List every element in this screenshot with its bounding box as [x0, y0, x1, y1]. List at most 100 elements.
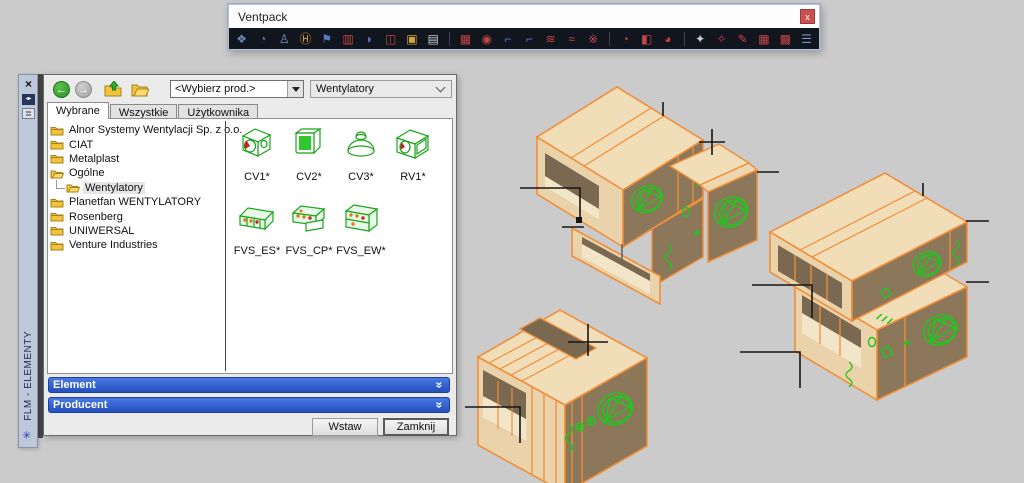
- product-combobox[interactable]: <Wybierz prod.>: [170, 80, 304, 98]
- forward-button[interactable]: →: [75, 81, 92, 98]
- browser-content: Alnor Systemy Wentylacji Sp. z o.o.CIAT M…: [47, 118, 453, 374]
- tree-item[interactable]: Ogólne: [50, 166, 223, 180]
- product-item[interactable]: CV1*: [231, 121, 283, 195]
- orbit-icon[interactable]: ◔: [255, 31, 270, 47]
- tab-wybrane[interactable]: Wybrane: [47, 102, 109, 119]
- panel-divider: [225, 121, 226, 371]
- dropdown-arrow-icon[interactable]: [287, 81, 303, 97]
- product-label: CV2*: [296, 171, 322, 183]
- product-item[interactable]: CV3*: [335, 121, 387, 195]
- product-label: FVS_CP*: [285, 245, 332, 257]
- section-producent[interactable]: Producent »: [48, 397, 450, 413]
- tree-item-label: UNIWERSAL: [67, 225, 136, 237]
- exit-door-icon[interactable]: ◫: [383, 31, 398, 47]
- grid-red-2-icon[interactable]: ▩: [778, 31, 793, 47]
- tree-item[interactable]: UNIWERSAL: [50, 224, 223, 238]
- toolbar-title: Ventpack: [238, 10, 800, 24]
- product-label: CV3*: [348, 171, 374, 183]
- section-element-label: Element: [53, 379, 96, 391]
- tab-wszystkie[interactable]: Wszystkie: [110, 104, 178, 119]
- fan-small-icon[interactable]: ≈: [564, 31, 579, 47]
- product-item[interactable]: FVS_ES*: [231, 195, 283, 269]
- wstaw-button[interactable]: Wstaw: [312, 418, 378, 436]
- insert-element-icon[interactable]: ♙: [277, 31, 292, 47]
- cad-unit-ahu-bottom: [478, 310, 647, 483]
- back-button[interactable]: ←: [53, 81, 70, 98]
- tree-item[interactable]: Metalplast: [50, 152, 223, 166]
- product-thumbnail: [237, 199, 277, 235]
- fan-mixed-icon[interactable]: ※: [585, 31, 600, 47]
- list-icon[interactable]: ☰: [799, 31, 814, 47]
- document-icon[interactable]: ▤: [426, 31, 441, 47]
- tree-item[interactable]: Rosenberg: [50, 209, 223, 223]
- h-point-icon[interactable]: Ⓗ: [298, 31, 313, 47]
- toolbar-close-button[interactable]: x: [800, 9, 815, 24]
- browser-tabs: Wybrane Wszystkie Użytkownika: [47, 102, 259, 119]
- blocks-icon[interactable]: ❖: [234, 31, 249, 47]
- toolbar-titlebar[interactable]: Ventpack x: [229, 5, 819, 28]
- section-producent-label: Producent: [53, 399, 107, 411]
- product-item[interactable]: CV2*: [283, 121, 335, 195]
- rotary-fan-icon[interactable]: ◔: [618, 31, 633, 47]
- product-thumbnail: [237, 125, 277, 161]
- duct-elbow-icon[interactable]: ⌐: [500, 31, 515, 47]
- product-combobox-value: <Wybierz prod.>: [171, 83, 287, 95]
- toolbar-separator: [609, 32, 610, 46]
- palette-properties-icon[interactable]: ≣: [22, 108, 35, 119]
- toolbar-separator: [449, 32, 450, 46]
- tree-connector: [56, 180, 65, 189]
- tree-item[interactable]: Venture Industries: [50, 238, 223, 252]
- palette-autohide-icon[interactable]: ◂▸: [22, 94, 35, 105]
- tree-item[interactable]: CIAT: [50, 137, 223, 151]
- open-folder-icon: [66, 182, 80, 193]
- fan-c-icon[interactable]: ◕: [660, 31, 675, 47]
- tree-item[interactable]: Planetfan WENTYLATORY: [50, 195, 223, 209]
- panel-red-icon[interactable]: ▥: [340, 31, 355, 47]
- product-thumbnail: [393, 125, 433, 161]
- palette-close-icon[interactable]: ×: [22, 78, 35, 91]
- product-item[interactable]: RV1*: [387, 121, 439, 195]
- duct-elbow-2-icon[interactable]: ⌐: [522, 31, 537, 47]
- element-browser-panel: ← → <Wybierz prod.> Wentylatory Wybrane …: [43, 74, 457, 436]
- closed-folder-icon: [50, 153, 64, 164]
- toolbar-icon-strip: ❖ ◔ ♙ Ⓗ ⚑ ▥ ◗ ◫ ▣ ▤ ▦ ◉ ⌐ ⌐ ≋ ≈ ※ ◔ ◧ ◕ ✦ ✧ ✎ ▦ ▩ ☰: [229, 28, 819, 49]
- toolbar-separator: [684, 32, 685, 46]
- container-icon[interactable]: ▣: [404, 31, 419, 47]
- tree-item-label: Metalplast: [67, 153, 121, 165]
- closed-folder-icon: [50, 125, 64, 136]
- open-folder-icon[interactable]: [131, 81, 149, 97]
- product-thumbnail: [341, 125, 381, 161]
- tree-item-label: Wentylatory: [83, 182, 145, 194]
- manufacturer-tree: Alnor Systemy Wentylacji Sp. z o.o.CIAT M…: [50, 123, 223, 253]
- tree-item[interactable]: Wentylatory: [50, 181, 223, 195]
- settings-icon[interactable]: ✧: [714, 31, 729, 47]
- product-label: FVS_EW*: [336, 245, 386, 257]
- duct-mesh-icon[interactable]: ▦: [458, 31, 473, 47]
- chevron-down-icon: [436, 83, 446, 93]
- fan-unit-icon[interactable]: ≋: [543, 31, 558, 47]
- section-element[interactable]: Element »: [48, 377, 450, 393]
- grid-red-icon[interactable]: ▦: [756, 31, 771, 47]
- flag-icon[interactable]: ⚑: [319, 31, 334, 47]
- category-combobox[interactable]: Wentylatory: [310, 80, 452, 98]
- tab-uzytkownika[interactable]: Użytkownika: [178, 104, 258, 119]
- tree-item-label: Ogólne: [67, 167, 106, 179]
- tree-item-label: Rosenberg: [67, 211, 125, 223]
- wedge-icon[interactable]: ◗: [362, 31, 377, 47]
- palette-logo-icon: ✳: [22, 429, 31, 442]
- zamknij-button[interactable]: Zamknij: [383, 418, 449, 436]
- product-thumbnail: [289, 199, 329, 235]
- tree-item-label: Alnor Systemy Wentylacji Sp. z o.o.: [67, 124, 244, 136]
- product-item[interactable]: FVS_EW*: [335, 195, 387, 269]
- product-label: CV1*: [244, 171, 270, 183]
- product-thumbnail: [289, 125, 329, 161]
- damper-icon[interactable]: ◧: [639, 31, 654, 47]
- pick-point-icon[interactable]: ◉: [479, 31, 494, 47]
- product-label: RV1*: [400, 171, 425, 183]
- tree-item[interactable]: Alnor Systemy Wentylacji Sp. z o.o.: [50, 123, 223, 137]
- palette-titlebar[interactable]: × ◂▸ ≣ FLM - ELEMENTY ✳: [18, 74, 38, 448]
- edit-icon[interactable]: ✎: [735, 31, 750, 47]
- wrench-icon[interactable]: ✦: [692, 31, 707, 47]
- import-folder-icon[interactable]: [104, 81, 122, 97]
- product-item[interactable]: FVS_CP*: [283, 195, 335, 269]
